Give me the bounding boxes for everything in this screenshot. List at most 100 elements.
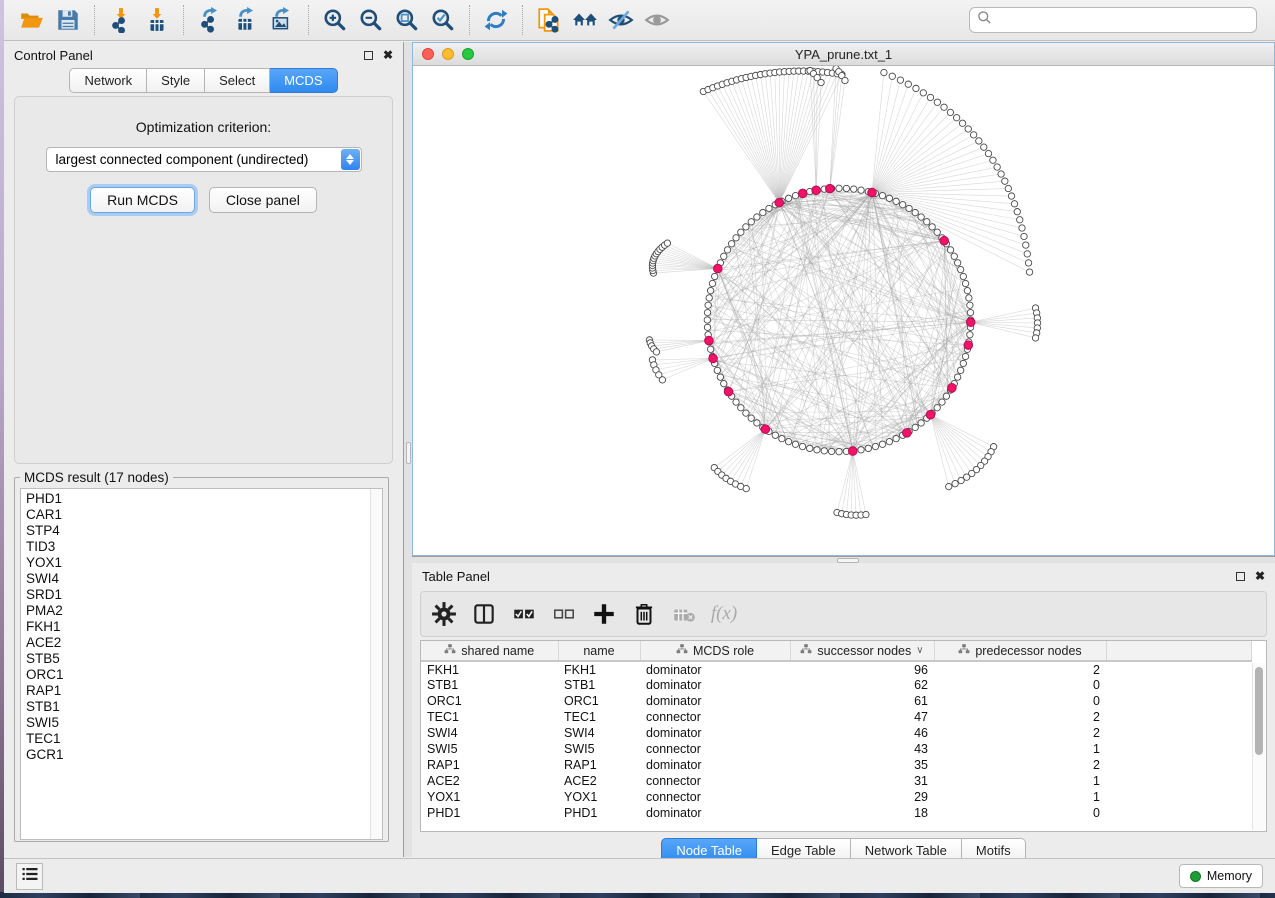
run-mcds-button[interactable]: Run MCDS bbox=[90, 187, 195, 213]
network-node[interactable] bbox=[906, 205, 912, 211]
network-node[interactable] bbox=[951, 253, 957, 259]
network-node[interactable] bbox=[733, 399, 739, 405]
delete-icon[interactable] bbox=[631, 601, 657, 627]
task-history-button[interactable] bbox=[16, 863, 43, 890]
network-node[interactable] bbox=[1008, 193, 1014, 199]
mcds-result-item[interactable]: TID3 bbox=[26, 539, 382, 555]
network-node[interactable] bbox=[714, 367, 720, 373]
mcds-hub-node[interactable] bbox=[903, 429, 912, 438]
mcds-result-item[interactable]: PMA2 bbox=[26, 603, 382, 619]
network-node[interactable] bbox=[953, 115, 959, 121]
network-node[interactable] bbox=[1025, 260, 1031, 266]
mcds-hub-node[interactable] bbox=[926, 410, 935, 419]
show-all-icon[interactable] bbox=[640, 4, 674, 36]
network-node[interactable] bbox=[792, 192, 798, 198]
mcds-result-item[interactable]: PHD1 bbox=[26, 491, 382, 507]
network-node[interactable] bbox=[704, 317, 710, 323]
mcds-result-item[interactable]: YOX1 bbox=[26, 555, 382, 571]
float-panel-icon[interactable] bbox=[364, 51, 373, 60]
network-canvas[interactable] bbox=[413, 66, 1274, 555]
mcds-hub-node[interactable] bbox=[775, 198, 784, 207]
network-node[interactable] bbox=[994, 164, 1000, 170]
columns-icon[interactable] bbox=[471, 601, 497, 627]
column-header-MCDS-role[interactable]: MCDS role bbox=[640, 641, 790, 661]
mcds-result-item[interactable]: SRD1 bbox=[26, 587, 382, 603]
network-node[interactable] bbox=[743, 485, 749, 491]
mcds-hub-node[interactable] bbox=[964, 341, 973, 350]
network-node[interactable] bbox=[946, 483, 952, 489]
network-node[interactable] bbox=[872, 443, 878, 449]
network-node[interactable] bbox=[836, 185, 842, 191]
mcds-hub-node[interactable] bbox=[940, 236, 949, 245]
network-node[interactable] bbox=[1017, 217, 1023, 223]
zoom-fit-icon[interactable] bbox=[390, 4, 424, 36]
table-row[interactable]: RAP1RAP1dominator352 bbox=[421, 757, 1251, 773]
mcds-result-list[interactable]: PHD1CAR1STP4TID3YOX1SWI4SRD1PMA2FKH1ACE2… bbox=[20, 488, 383, 840]
tab-select[interactable]: Select bbox=[205, 68, 270, 93]
mcds-hub-node[interactable] bbox=[713, 264, 722, 273]
network-node[interactable] bbox=[934, 99, 940, 105]
network-node[interactable] bbox=[724, 247, 730, 253]
network-node[interactable] bbox=[712, 273, 718, 279]
network-node[interactable] bbox=[779, 435, 785, 441]
network-node[interactable] bbox=[1021, 233, 1027, 239]
network-node[interactable] bbox=[842, 77, 848, 83]
column-header-successor-nodes[interactable]: successor nodes∨ bbox=[790, 641, 934, 661]
network-node[interactable] bbox=[918, 420, 924, 426]
vertical-splitter[interactable] bbox=[403, 42, 412, 857]
network-node[interactable] bbox=[785, 438, 791, 444]
network-node[interactable] bbox=[943, 393, 949, 399]
network-node[interactable] bbox=[967, 332, 973, 338]
network-node[interactable] bbox=[960, 360, 966, 366]
network-node[interactable] bbox=[954, 260, 960, 266]
table-row[interactable]: FKH1FKH1dominator962 bbox=[421, 661, 1251, 677]
network-node[interactable] bbox=[927, 94, 933, 100]
table-row[interactable]: YOX1YOX1connector291 bbox=[421, 789, 1251, 805]
network-node[interactable] bbox=[912, 209, 918, 215]
mcds-hub-node[interactable] bbox=[761, 425, 770, 434]
network-node[interactable] bbox=[748, 415, 754, 421]
network-node[interactable] bbox=[918, 214, 924, 220]
column-header-shared-name[interactable]: shared name bbox=[421, 641, 558, 661]
network-node[interactable] bbox=[865, 445, 871, 451]
network-node[interactable] bbox=[957, 266, 963, 272]
table-row[interactable]: SWI4SWI4dominator462 bbox=[421, 725, 1251, 741]
network-node[interactable] bbox=[728, 241, 734, 247]
network-node[interactable] bbox=[998, 171, 1004, 177]
mcds-hub-node[interactable] bbox=[868, 188, 877, 197]
mcds-hub-node[interactable] bbox=[848, 447, 857, 456]
network-node[interactable] bbox=[738, 405, 744, 411]
tab-network[interactable]: Network bbox=[69, 68, 147, 93]
mcds-result-item[interactable]: FKH1 bbox=[26, 619, 382, 635]
mcds-hub-node[interactable] bbox=[724, 387, 733, 396]
tab-style[interactable]: Style bbox=[147, 68, 205, 93]
network-node[interactable] bbox=[966, 295, 972, 301]
network-file-icon[interactable] bbox=[532, 4, 566, 36]
network-node[interactable] bbox=[754, 214, 760, 220]
mcds-result-item[interactable]: CAR1 bbox=[26, 507, 382, 523]
network-node[interactable] bbox=[957, 367, 963, 373]
mcds-result-item[interactable]: ACE2 bbox=[26, 635, 382, 651]
mcds-hub-node[interactable] bbox=[948, 384, 957, 393]
network-node[interactable] bbox=[760, 209, 766, 215]
export-network-icon[interactable] bbox=[193, 4, 227, 36]
first-neighbors-icon[interactable] bbox=[568, 4, 602, 36]
network-node[interactable] bbox=[721, 253, 727, 259]
network-node[interactable] bbox=[947, 247, 953, 253]
network-node[interactable] bbox=[934, 405, 940, 411]
mcds-result-item[interactable]: TEC1 bbox=[26, 731, 382, 747]
network-node[interactable] bbox=[843, 185, 849, 191]
network-node[interactable] bbox=[828, 448, 834, 454]
network-node[interactable] bbox=[766, 205, 772, 211]
network-node[interactable] bbox=[721, 380, 727, 386]
network-node[interactable] bbox=[738, 229, 744, 235]
network-node[interactable] bbox=[705, 302, 711, 308]
clear-selection-icon[interactable] bbox=[551, 601, 577, 627]
network-node[interactable] bbox=[962, 280, 968, 286]
float-table-panel-icon[interactable] bbox=[1236, 572, 1245, 581]
network-node[interactable] bbox=[879, 441, 885, 447]
network-node[interactable] bbox=[1032, 335, 1038, 341]
refresh-icon[interactable] bbox=[479, 4, 513, 36]
network-node[interactable] bbox=[1019, 225, 1025, 231]
network-node[interactable] bbox=[920, 90, 926, 96]
